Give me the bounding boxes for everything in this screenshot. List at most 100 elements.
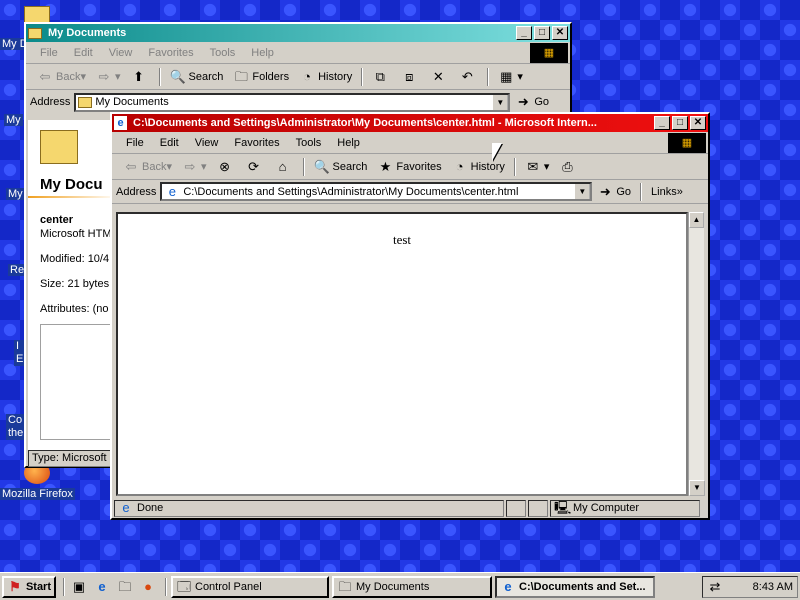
desktop-icon-label: My (6, 188, 25, 200)
desktop-icon-label: My (4, 114, 23, 126)
network-icon[interactable]: ⇄ (707, 579, 723, 595)
delete-button[interactable]: ✕ (425, 69, 454, 85)
menu-tools[interactable]: Tools (202, 47, 244, 59)
views-button[interactable]: ▦ ▾ (493, 69, 528, 85)
show-desktop-icon: ▣ (72, 578, 86, 594)
menu-tools[interactable]: Tools (288, 137, 330, 149)
desktop-icon-label-firefox[interactable]: Mozilla Firefox (0, 488, 75, 500)
search-label: Search (332, 160, 368, 173)
address-label: Address (116, 185, 157, 198)
toolbar-separator (513, 157, 516, 176)
menu-edit[interactable]: Edit (66, 47, 101, 59)
windows-flag-icon: ⚑ (9, 578, 21, 594)
webview-panel: My Docu center Microsoft HTML Modified: … (28, 120, 118, 450)
print-button[interactable]: ⎙ (554, 159, 583, 175)
search-button[interactable]: 🔍 Search (165, 69, 229, 85)
quicklaunch-ie-button[interactable]: e (92, 579, 115, 595)
copy-to-button[interactable]: ⧈ (396, 69, 425, 85)
up-folder-button[interactable]: ⬆ (126, 69, 155, 85)
menu-favorites[interactable]: Favorites (226, 137, 287, 149)
quicklaunch-firefox-button[interactable]: ● (138, 579, 161, 595)
explorer-titlebar[interactable]: My Documents _ □ ✕ (26, 24, 570, 42)
back-button[interactable]: ⇦ Back ▾ (32, 69, 91, 85)
close-button[interactable]: ✕ (690, 116, 706, 130)
menu-file[interactable]: File (118, 137, 152, 149)
move-to-button[interactable]: ⧉ (367, 69, 396, 85)
vertical-scrollbar[interactable]: ▲ ▼ (688, 212, 705, 496)
address-dropdown-button[interactable]: ▼ (574, 184, 591, 199)
show-desktop-button[interactable]: ▣ (69, 579, 92, 595)
toolbar-separator (361, 67, 364, 86)
go-button[interactable]: ➜ Go (592, 184, 636, 200)
desktop-icon-label: Co the (6, 414, 26, 440)
ie-statusbar: e Done 🖳 My Computer (114, 498, 706, 518)
forward-arrow-icon: ⇨ (184, 158, 196, 174)
go-arrow-icon: ➜ (599, 183, 611, 199)
explorer-icon: 🗀 (118, 578, 132, 594)
task-my-documents[interactable]: 🗀 My Documents (332, 575, 492, 598)
mail-icon: ✉ (527, 158, 539, 174)
explorer-addressbar: Address My Documents ▼ ➜ Go (26, 90, 570, 114)
forward-button[interactable]: ⇨ ▾ (91, 69, 126, 85)
history-icon: ◔ (303, 68, 311, 84)
clock[interactable]: 8:43 AM (753, 581, 793, 593)
refresh-button[interactable]: ⟳ (241, 159, 270, 175)
ie-titlebar[interactable]: e C:\Documents and Settings\Administrato… (112, 114, 708, 132)
task-control-panel[interactable]: 🗔 Control Panel (171, 575, 329, 598)
menu-view[interactable]: View (101, 47, 141, 59)
favorites-icon: ★ (379, 158, 392, 174)
back-button[interactable]: ⇦ Back ▾ (118, 159, 177, 175)
ie-page-icon: e (114, 116, 127, 130)
folders-button[interactable]: 🗀 Folders (228, 69, 294, 85)
links-button[interactable]: Links » (646, 186, 688, 198)
stop-icon: ⊗ (219, 158, 230, 174)
ie-menubar: File Edit View Favorites Tools Help ▦ (112, 132, 708, 154)
status-cell-empty (528, 499, 548, 517)
address-input[interactable]: e C:\Documents and Settings\Administrato… (160, 182, 593, 201)
menu-edit[interactable]: Edit (152, 137, 187, 149)
menu-help[interactable]: Help (329, 137, 368, 149)
search-icon: 🔍 (169, 68, 186, 84)
scroll-down-button[interactable]: ▼ (689, 480, 705, 496)
address-dropdown-button[interactable]: ▼ (492, 94, 509, 110)
status-text: Done (137, 502, 164, 514)
task-ie-center-html[interactable]: e C:\Documents and Set... (495, 575, 655, 598)
move-to-icon: ⧉ (375, 68, 385, 84)
menu-file[interactable]: File (32, 47, 66, 59)
go-button[interactable]: ➜ Go (510, 94, 554, 110)
menu-view[interactable]: View (187, 137, 227, 149)
file-type: Microsoft HTML (40, 228, 118, 240)
menu-help[interactable]: Help (243, 47, 282, 59)
stop-button[interactable]: ⊗ (212, 159, 241, 175)
copy-to-icon: ⧈ (405, 68, 414, 84)
taskbar-separator (165, 577, 167, 596)
search-button[interactable]: 🔍 Search (309, 159, 373, 175)
go-arrow-icon: ➜ (517, 94, 529, 109)
undo-button[interactable]: ↶ (454, 69, 483, 85)
minimize-button[interactable]: _ (654, 116, 670, 130)
minimize-button[interactable]: _ (516, 26, 532, 40)
address-input[interactable]: My Documents ▼ (74, 92, 511, 112)
maximize-button[interactable]: □ (672, 116, 688, 130)
status-done: e Done (114, 499, 504, 517)
scroll-up-button[interactable]: ▲ (689, 212, 704, 228)
status-zone: 🖳 My Computer (550, 499, 700, 517)
mail-button[interactable]: ✉ ▾ (520, 159, 555, 175)
maximize-button[interactable]: □ (534, 26, 550, 40)
close-button[interactable]: ✕ (552, 26, 568, 40)
quicklaunch-explorer-button[interactable]: 🗀 (115, 579, 138, 595)
task-label: My Documents (356, 580, 430, 593)
forward-button[interactable]: ⇨ ▾ (177, 159, 212, 175)
history-button[interactable]: ◔ History (294, 69, 357, 85)
ie-page-icon: e (122, 500, 130, 515)
firefox-icon: ● (144, 578, 152, 594)
delete-icon: ✕ (432, 68, 444, 84)
ie-page-icon: e (504, 578, 512, 594)
page-content: test (116, 212, 688, 496)
start-button[interactable]: ⚑ Start (2, 575, 56, 598)
folder-icon: 🗀 (338, 578, 352, 594)
menu-favorites[interactable]: Favorites (140, 47, 201, 59)
favorites-button[interactable]: ★ Favorites (372, 159, 446, 175)
window-title: My Documents (48, 27, 127, 39)
home-button[interactable]: ⌂ (270, 159, 299, 175)
